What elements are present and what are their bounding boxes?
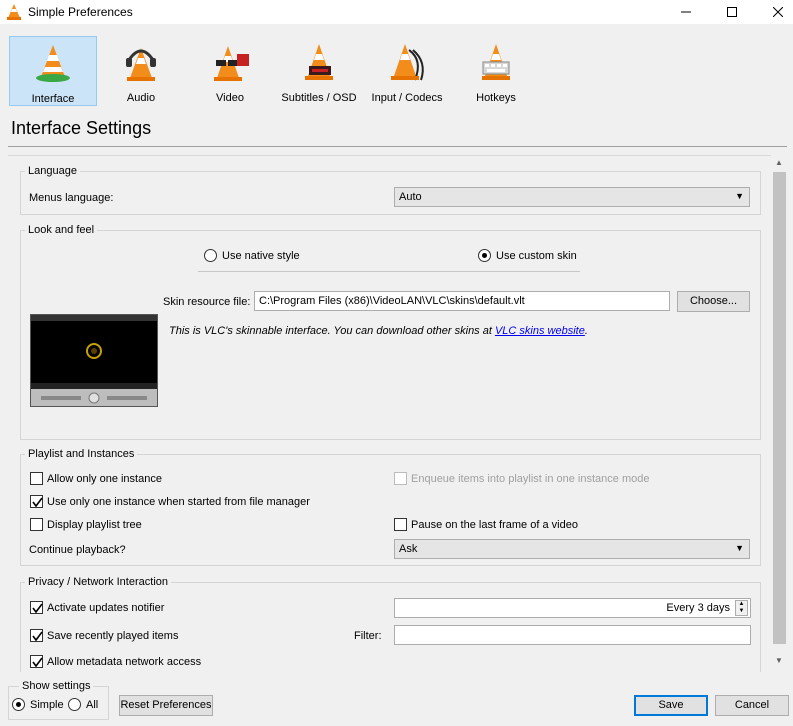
vlc-cone-icon: [6, 3, 22, 21]
tab-label: Subtitles / OSD: [281, 92, 357, 104]
tab-hotkeys[interactable]: Hotkeys: [452, 36, 540, 106]
group-title: Look and feel: [25, 224, 98, 236]
close-icon: [773, 7, 783, 17]
save-button[interactable]: Save: [634, 695, 708, 716]
tab-label: Input / Codecs: [371, 92, 443, 104]
pause-last-frame-label: Pause on the last frame of a video: [411, 519, 578, 531]
interface-cone-icon: [36, 45, 70, 82]
skin-file-input[interactable]: C:\Program Files (x86)\VideoLAN\VLC\skin…: [254, 291, 670, 311]
chevron-down-icon: ▼: [735, 191, 744, 201]
scrollbar-thumb[interactable]: [773, 172, 786, 644]
select-value: Ask: [399, 543, 418, 555]
cancel-button[interactable]: Cancel: [715, 695, 789, 716]
save-recent-label: Save recently played items: [47, 630, 179, 642]
choose-skin-button[interactable]: Choose...: [677, 291, 750, 312]
maximize-button[interactable]: [709, 0, 755, 24]
enqueue-label: Enqueue items into playlist in one insta…: [411, 473, 650, 485]
one-instance-checkbox[interactable]: [30, 472, 43, 485]
close-button[interactable]: [755, 0, 793, 24]
custom-skin-radio[interactable]: [478, 249, 491, 262]
tab-audio[interactable]: Audio: [97, 36, 185, 106]
tab-label: Audio: [126, 92, 156, 104]
tab-input-codecs[interactable]: Input / Codecs: [363, 36, 451, 106]
tab-video[interactable]: Video: [186, 36, 274, 106]
chevron-down-icon: ▼: [735, 543, 744, 553]
group-title: Privacy / Network Interaction: [25, 576, 171, 588]
pause-last-frame-checkbox[interactable]: [394, 518, 407, 531]
scroll-down-icon[interactable]: ▼: [771, 656, 787, 665]
hotkeys-cone-icon: [482, 44, 510, 80]
tab-subtitles-osd[interactable]: Subtitles / OSD: [275, 36, 363, 106]
playlist-tree-label: Display playlist tree: [47, 519, 142, 531]
show-all-radio[interactable]: [68, 698, 81, 711]
audio-headphones-cone-icon: [126, 48, 156, 81]
show-simple-radio[interactable]: [12, 698, 25, 711]
minimize-button[interactable]: [663, 0, 709, 24]
minimize-icon: [681, 11, 691, 13]
playlist-tree-checkbox[interactable]: [30, 518, 43, 531]
maximize-icon: [727, 7, 737, 17]
window-title: Simple Preferences: [28, 5, 133, 19]
metadata-access-checkbox[interactable]: [30, 655, 43, 668]
checkmark-icon: [32, 657, 43, 668]
group-title: Language: [25, 165, 80, 177]
native-style-label: Use native style: [222, 250, 300, 262]
vlc-skins-website-link[interactable]: VLC skins website: [495, 325, 585, 337]
group-title: Show settings: [19, 680, 94, 692]
file-manager-label: Use only one instance when started from …: [47, 496, 310, 508]
checkmark-icon: [32, 603, 43, 614]
tab-label: Video: [216, 92, 244, 104]
continue-playback-select[interactable]: Ask ▼: [394, 539, 750, 559]
continue-playback-label: Continue playback?: [29, 544, 126, 556]
divider: [8, 146, 787, 147]
skin-info-suffix: .: [584, 325, 588, 337]
menus-language-select[interactable]: Auto ▼: [394, 187, 750, 207]
reset-preferences-button[interactable]: Reset Preferences: [119, 695, 213, 716]
tab-interface[interactable]: Interface: [9, 36, 97, 106]
tab-label: Hotkeys: [476, 92, 516, 104]
checkmark-icon: [32, 497, 43, 508]
filter-input[interactable]: [394, 625, 751, 645]
radio-selected-dot: [16, 702, 21, 707]
scroll-up-icon[interactable]: ▲: [771, 158, 787, 167]
divider: [198, 271, 580, 272]
metadata-access-label: Allow metadata network access: [47, 656, 202, 668]
input-codecs-cone-icon: [391, 44, 424, 81]
updates-notifier-label: Activate updates notifier: [47, 602, 165, 614]
updates-notifier-checkbox[interactable]: [30, 601, 43, 614]
filter-label: Filter:: [354, 630, 382, 642]
spin-arrows-icon[interactable]: ▲ ▼: [735, 600, 748, 616]
one-instance-label: Allow only one instance: [47, 473, 162, 485]
show-all-label: All: [86, 699, 99, 711]
checkmark-icon: [32, 631, 43, 642]
skin-info-text: This is VLC's skinnable interface. You c…: [169, 325, 588, 337]
radio-selected-dot: [482, 253, 487, 258]
save-recent-checkbox[interactable]: [30, 629, 43, 642]
skin-info-prefix: This is VLC's skinnable interface. You c…: [169, 325, 495, 337]
video-glasses-cone-icon: [214, 46, 249, 81]
native-style-radio[interactable]: [204, 249, 217, 262]
show-simple-label: Simple: [30, 699, 64, 711]
page-title: Interface Settings: [11, 118, 152, 138]
tab-label: Interface: [31, 93, 75, 105]
group-title: Playlist and Instances: [25, 448, 138, 460]
select-value: Auto: [399, 191, 422, 203]
custom-skin-label: Use custom skin: [496, 250, 577, 262]
skin-preview-image: [30, 314, 158, 407]
update-interval-spinbox[interactable]: Every 3 days: [394, 598, 751, 618]
subtitles-cone-icon: [305, 44, 333, 80]
menus-language-label: Menus language:: [29, 192, 114, 204]
enqueue-checkbox[interactable]: [394, 472, 407, 485]
file-manager-checkbox[interactable]: [30, 495, 43, 508]
skin-file-label: Skin resource file:: [163, 296, 251, 308]
